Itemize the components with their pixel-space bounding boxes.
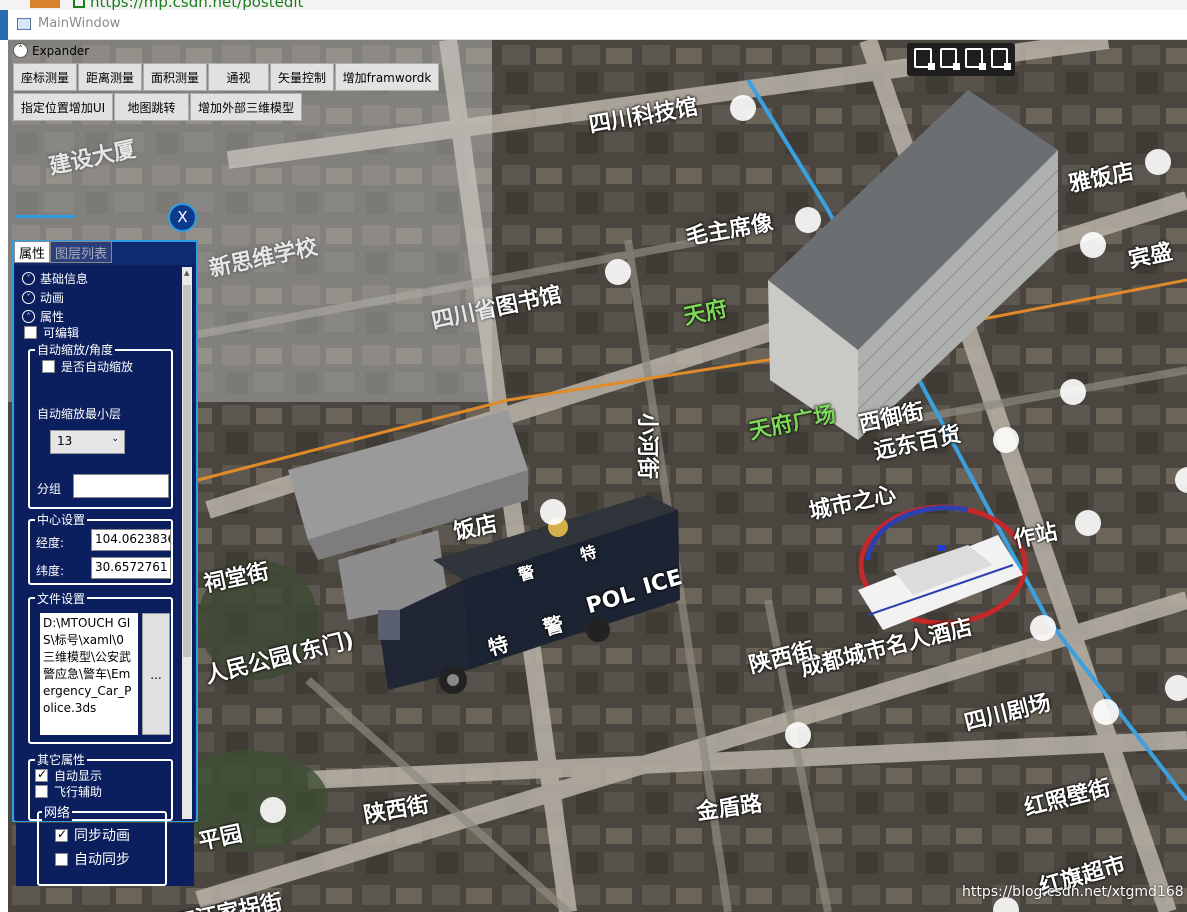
min-level-value: 13 [57, 434, 73, 448]
fly-assist-checkbox[interactable] [35, 785, 48, 798]
expand-icon: ˅ [22, 291, 35, 304]
line-of-sight-button[interactable]: 通视 [208, 63, 269, 91]
auto-zoom-title: 自动缩放/角度 [35, 341, 116, 358]
map-jump-button[interactable]: 地图跳转 [114, 93, 189, 121]
lon-input[interactable]: 104.0623836 [91, 529, 171, 551]
expand-icon: ˅ [22, 272, 35, 285]
browser-url-bar: https://mp.csdn.net/postedit [0, 0, 1187, 10]
group-label: 分组 [37, 482, 62, 496]
auto-zoom-checkbox[interactable] [42, 360, 55, 373]
add-3d-model-button[interactable]: 增加外部三维模型 [190, 93, 302, 121]
sync-anim-row[interactable]: 同步动画 [55, 825, 130, 845]
section-label: 动画 [40, 291, 65, 305]
expander-title: Expander [32, 43, 90, 58]
back-icon[interactable] [30, 0, 60, 8]
section-basic-info[interactable]: ˅ 基础信息 [22, 270, 88, 287]
network-title: 网络 [42, 802, 73, 821]
lock-icon [73, 0, 85, 8]
auto-show-label: 自动显示 [54, 769, 103, 783]
auto-zoom-label: 是否自动缩放 [61, 360, 134, 374]
lon-label: 经度: [36, 536, 65, 550]
section-label: 基础信息 [40, 272, 89, 286]
sync-anim-checkbox[interactable] [55, 827, 68, 842]
browse-button[interactable]: ... [142, 613, 170, 735]
sync-anim-label: 同步动画 [74, 828, 130, 844]
auto-show-checkbox[interactable] [35, 767, 48, 782]
tab-properties[interactable]: 属性 [14, 241, 51, 263]
taskbar-strip [0, 10, 8, 40]
coord-measure-button[interactable]: 座标测量 [13, 63, 77, 91]
panel-accent [15, 215, 75, 227]
watermark: https://blog.csdn.net/xtgmd168 [962, 884, 1184, 900]
file-title: 文件设置 [35, 590, 88, 607]
select-tool-icon[interactable] [939, 48, 960, 70]
auto-sync-row[interactable]: 自动同步 [55, 849, 130, 869]
other-props-title: 其它属性 [35, 751, 88, 768]
lat-input[interactable]: 30.6572761 [91, 557, 171, 579]
section-animation[interactable]: ˅ 动画 [22, 289, 64, 306]
url-text[interactable]: https://mp.csdn.net/postedit [90, 0, 303, 10]
auto-sync-label: 自动同步 [74, 852, 130, 868]
file-path-box[interactable]: D:\MTOUCH GIS\标号\xaml\0三维模型\公安武警应急\警车\Em… [40, 613, 138, 735]
close-panel-button[interactable]: X [168, 203, 197, 232]
fly-assist-label: 飞行辅助 [54, 785, 103, 799]
auto-zoom-row[interactable]: 是否自动缩放 [42, 358, 133, 375]
chevron-down-icon: ⌄ [111, 434, 119, 444]
editable-row[interactable]: 可编辑 [24, 324, 79, 341]
group-input[interactable] [73, 474, 169, 498]
add-ui-at-position-button[interactable]: 指定位置增加UI [13, 93, 113, 121]
section-label: 属性 [40, 310, 65, 324]
section-properties[interactable]: ˄ 属性 [22, 308, 64, 325]
scrollbar-thumb[interactable] [183, 285, 191, 657]
scroll-up-icon[interactable]: ▲ [184, 269, 189, 277]
fly-assist-row[interactable]: 飞行辅助 [35, 783, 102, 800]
edit-tool-icon[interactable] [914, 48, 934, 70]
min-level-select[interactable]: 13 ⌄ [50, 430, 125, 454]
panel-tabs: 属性 图层列表 [14, 241, 113, 263]
vector-control-button[interactable]: 矢量控制 [270, 63, 334, 91]
editable-label: 可编辑 [43, 326, 80, 340]
frame-tool-icon[interactable] [965, 48, 985, 70]
add-framework-button[interactable]: 增加framwordk [335, 63, 439, 91]
window-title: MainWindow [38, 16, 121, 31]
collapse-icon[interactable]: ˄ [13, 43, 28, 58]
window-icon [17, 18, 31, 30]
expander-header[interactable]: ˄ Expander [13, 43, 89, 58]
center-title: 中心设置 [35, 511, 88, 528]
area-measure-button[interactable]: 面积测量 [143, 63, 207, 91]
pointer-tool-icon[interactable] [990, 48, 1011, 70]
collapse-icon: ˄ [22, 310, 35, 323]
min-level-label: 自动缩放最小层 [37, 407, 122, 421]
distance-measure-button[interactable]: 距离测量 [78, 63, 142, 91]
map-toolbar [907, 43, 1015, 76]
tab-layer-list[interactable]: 图层列表 [50, 241, 113, 263]
auto-show-row[interactable]: 自动显示 [35, 767, 102, 784]
auto-sync-checkbox[interactable] [55, 852, 68, 866]
map-label: 小河街 [634, 412, 660, 480]
lat-label: 纬度: [36, 564, 65, 578]
editable-checkbox[interactable] [24, 326, 37, 339]
panel-scrollbar[interactable]: ▲ [182, 267, 192, 819]
window-titlebar: MainWindow [0, 10, 1187, 40]
